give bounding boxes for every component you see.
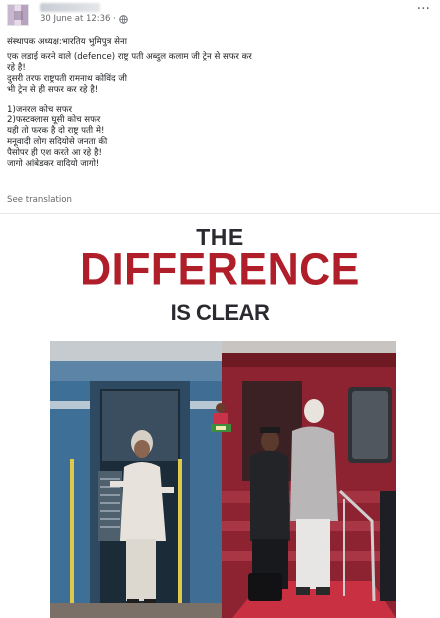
saloon-coach-illustration [222, 341, 396, 618]
post-text: संस्थापक अध्यक्ष:भारतिय भुमिपुत्र सेना ए… [7, 37, 427, 170]
watermark-logo [211, 403, 231, 432]
more-icon[interactable]: ··· [417, 2, 430, 16]
text-line: संस्थापक अध्यक्ष:भारतिय भुमिपुत्र सेना [7, 37, 127, 47]
headline-difference: DIFFERENCE [80, 244, 360, 296]
post-image[interactable]: THE DIFFERENCE IS CLEAR [0, 214, 440, 618]
headline-is-clear: IS CLEAR [170, 300, 270, 325]
text-line: मनूवादी लोग सदियोसे जनता की [7, 137, 108, 148]
globe-icon [119, 14, 128, 24]
text-line: एक लडाई करने वाले (defence) राष्ट्र पती … [7, 51, 252, 62]
avatar[interactable] [7, 4, 29, 26]
photo-saloon-coach [222, 341, 396, 618]
general-coach-illustration [50, 341, 222, 618]
text-line: भी ट्रेन से ही सफर कर रहे है! [7, 84, 99, 95]
post-meta: 30 June at 12:36 · [40, 14, 128, 24]
text-line: 1)जनरल कोच सफर [7, 104, 73, 115]
author-name-blurred[interactable] [40, 3, 100, 12]
post-timestamp[interactable]: 30 June at 12:36 · [40, 14, 116, 24]
see-translation-link[interactable]: See translation [7, 195, 72, 205]
text-line: दुसरी तरफ राष्ट्रपती रामनाथ कोविंद जी [7, 73, 127, 84]
text-line: जागो आंबेडकर वादियो जागो! [7, 159, 100, 170]
text-line: रहे है! [7, 62, 26, 73]
post-header: 30 June at 12:36 · ··· [0, 0, 440, 30]
photo-general-coach [50, 341, 222, 618]
text-line: पैसोपर ही एश करते आ रहे है! [7, 148, 102, 159]
text-line: 2)फस्टक्लास घूसी कोच सफर [7, 115, 101, 126]
text-line: यही तो फरक है दो राष्ट्र पती मे! [7, 126, 105, 137]
